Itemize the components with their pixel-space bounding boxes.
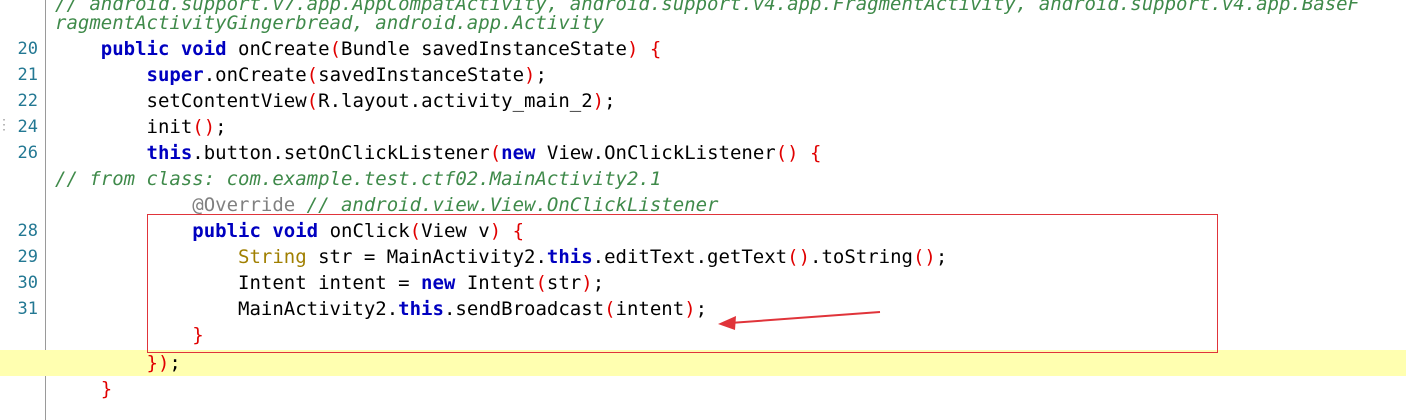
code-token: {: [810, 142, 822, 164]
code-text: // from class: com.example.test.ctf02.Ma…: [55, 166, 661, 192]
line-number: 24: [17, 117, 38, 137]
code-token: }): [146, 352, 170, 374]
line-number: 26: [17, 143, 38, 163]
code-text: setContentView(R.layout.activity_main_2)…: [55, 88, 616, 114]
code-token: new: [501, 142, 547, 164]
code-token: (): [192, 116, 216, 138]
code-token: (: [306, 64, 319, 86]
code-line[interactable]: 22 setContentView(R.layout.activity_main…: [0, 88, 1406, 114]
code-token: ;: [604, 90, 616, 112]
code-line[interactable]: ragmentActivityGingerbread, android.app.…: [0, 10, 1406, 36]
code-token: // from class: com.example.test.ctf02.Ma…: [55, 168, 662, 190]
code-text: this.button.setOnClickListener(new View.…: [55, 140, 822, 166]
code-token: (: [489, 142, 502, 164]
code-token: savedInstanceState: [318, 64, 525, 86]
code-token: ): [524, 64, 536, 86]
line-number: 29: [17, 247, 38, 267]
code-token: init: [55, 116, 193, 138]
line-number: 22: [17, 91, 38, 111]
code-text: });: [55, 350, 181, 376]
line-number: 20: [17, 39, 38, 59]
code-token: setContentView: [55, 90, 307, 112]
code-token: ): [627, 38, 639, 60]
code-token: View.OnClickListener: [546, 142, 776, 164]
code-line[interactable]: });: [0, 350, 1406, 376]
line-number: 30: [17, 273, 38, 293]
code-line[interactable]: 21 super.onCreate(savedInstanceState);: [0, 62, 1406, 88]
code-token: (): [775, 142, 799, 164]
code-token: ): [592, 90, 605, 112]
code-line[interactable]: }: [0, 376, 1406, 402]
code-line[interactable]: 24 init();: [0, 114, 1406, 140]
code-text: ragmentActivityGingerbread, android.app.…: [55, 10, 604, 36]
line-number: 31: [17, 299, 38, 319]
code-token: onCreate: [238, 38, 330, 60]
code-text: init();: [55, 114, 227, 140]
code-token: (: [329, 38, 342, 60]
code-text: super.onCreate(savedInstanceState);: [55, 62, 547, 88]
code-token: }: [100, 378, 113, 400]
code-token: @Override: [192, 194, 307, 216]
code-token: ;: [169, 352, 181, 374]
annotation-highlight-box: [147, 214, 1218, 353]
code-editor[interactable]: ··· // android.support.v7.app.AppCompatA…: [0, 0, 1406, 420]
code-token: super: [146, 64, 204, 86]
code-token: ragmentActivityGingerbread, android.app.…: [55, 12, 605, 34]
line-number: 28: [17, 221, 38, 241]
code-token: R.layout.activity_main_2: [318, 90, 593, 112]
code-token: (: [306, 90, 319, 112]
code-line[interactable]: 20 public void onCreate(Bundle savedInst…: [0, 36, 1406, 62]
code-line[interactable]: 26 this.button.setOnClickListener(new Vi…: [0, 140, 1406, 166]
code-token: ;: [535, 64, 547, 86]
code-token: .onCreate: [203, 64, 307, 86]
code-text: public void onCreate(Bundle savedInstanc…: [55, 36, 662, 62]
code-token: Bundle savedInstanceState: [341, 38, 627, 60]
code-line[interactable]: // from class: com.example.test.ctf02.Ma…: [0, 166, 1406, 192]
line-number: 21: [17, 65, 38, 85]
code-token: ;: [215, 116, 227, 138]
code-token: .button.setOnClickListener: [192, 142, 490, 164]
code-token: this: [146, 142, 193, 164]
code-token: {: [649, 38, 662, 60]
code-token: // android.view.View.OnClickListener: [306, 194, 719, 216]
code-text: }: [55, 376, 112, 402]
code-token: public void: [100, 38, 239, 60]
